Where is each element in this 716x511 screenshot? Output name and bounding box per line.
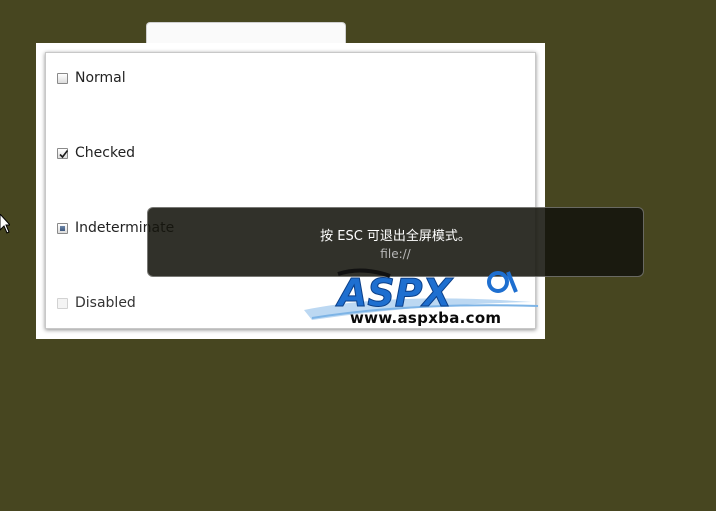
checkbox-checked-label: Checked bbox=[75, 145, 136, 161]
watermark-logo: ASPX www.aspxba.com bbox=[302, 262, 542, 334]
checkbox-checked[interactable]: Checked bbox=[57, 143, 135, 163]
fullscreen-notice-url: file:// bbox=[380, 247, 411, 261]
checkbox-indeterminate-box[interactable] bbox=[57, 222, 68, 234]
checkbox-disabled-label: Disabled bbox=[75, 295, 136, 311]
screen: Normal Checked Indeterminate Disabled 按 … bbox=[0, 0, 716, 511]
checkbox-checked-box[interactable] bbox=[57, 147, 69, 159]
checkbox-normal-label: Normal bbox=[75, 70, 126, 86]
tab-stub bbox=[146, 22, 346, 45]
fullscreen-notice-message: 按 ESC 可退出全屏模式。 bbox=[320, 229, 471, 244]
checkbox-normal-box[interactable] bbox=[57, 72, 68, 84]
checkbox-disabled-box bbox=[57, 297, 68, 309]
checkbox-disabled: Disabled bbox=[57, 293, 136, 313]
mouse-pointer-icon bbox=[0, 214, 10, 234]
checkbox-normal[interactable]: Normal bbox=[57, 68, 126, 88]
watermark-url: www.aspxba.com bbox=[350, 309, 502, 327]
checkmark-icon bbox=[59, 149, 69, 158]
